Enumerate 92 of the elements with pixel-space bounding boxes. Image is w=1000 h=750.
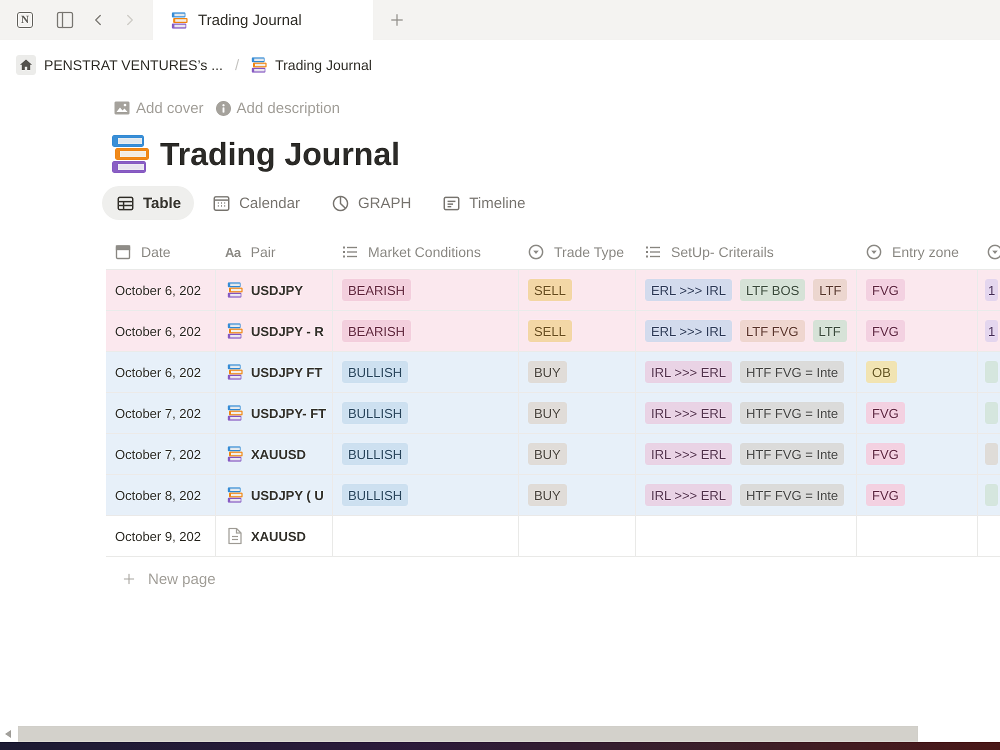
browser-tab[interactable]: Trading Journal [153, 0, 373, 40]
date-cell: October 7, 202 [106, 434, 216, 474]
breadcrumb-link[interactable]: PENSTRAT VENTURES’s ... [16, 55, 223, 75]
column-header[interactable]: Entry zone [857, 235, 978, 269]
page-link[interactable]: USDJPY ( U [251, 488, 324, 502]
option-tag: BULLISH [342, 361, 408, 383]
page-link[interactable]: USDJPY [251, 282, 304, 298]
option-tag: FVG [866, 320, 905, 342]
view-tab[interactable]: Table [102, 186, 194, 220]
option-tag: IRL >>> ERL [645, 443, 732, 465]
view-tab[interactable]: Calendar [198, 186, 313, 220]
option-tag: ERL >>> IRL [645, 279, 732, 301]
option-tag: IRL >>> ERL [645, 402, 732, 424]
calendar-icon [213, 194, 230, 212]
option-tag: LTF BOS [740, 279, 806, 301]
breadcrumb-separator: / [234, 56, 240, 74]
option-tag: BUY [528, 484, 567, 506]
books-icon [251, 57, 268, 73]
option-tag: FVG [866, 443, 905, 465]
date-cell: October 6, 202 [106, 352, 216, 392]
table-icon [117, 194, 134, 212]
option-tag: BUY [528, 443, 567, 465]
column-header[interactable]: Trade Type [519, 235, 636, 269]
books-icon [171, 12, 188, 28]
books-icon [227, 405, 243, 421]
house-icon [16, 55, 36, 75]
page-link[interactable]: USDJPY FT [251, 364, 322, 380]
list-icon [645, 244, 661, 260]
option-tag: ERL >>> IRL [645, 320, 732, 342]
option-tag: BEARISH [342, 320, 412, 342]
option-tag: FVG [866, 279, 905, 301]
option-tag: HTF FVG = Inte [740, 443, 844, 465]
option-tag: HTF FVG = Inte [740, 361, 844, 383]
timeline-icon [443, 194, 460, 212]
option-tag: SELL [528, 320, 572, 342]
books-icon [110, 134, 150, 174]
books-icon [227, 446, 243, 462]
list-icon [342, 244, 358, 260]
date-cell: October 8, 202 [106, 475, 216, 515]
option-tag: BULLISH [342, 402, 408, 424]
sidebar-toggle-icon[interactable] [55, 10, 75, 30]
option-tag: BEARISH [342, 279, 412, 301]
books-icon [227, 487, 243, 503]
page-link[interactable]: USDJPY - R [251, 324, 324, 338]
option-tag: HTF FVG = Inte [740, 484, 844, 506]
column-header[interactable]: Market Conditions [333, 235, 519, 269]
date-cell: October 6, 202 [106, 270, 216, 310]
option-tag: 1 [985, 320, 998, 342]
option-tag: BUY [528, 361, 567, 383]
date-cell: October 7, 202 [106, 393, 216, 433]
view-tab[interactable]: GRAPH [316, 186, 424, 220]
page-title: Trading Journal [160, 136, 400, 172]
dropdown-circle-icon [528, 244, 544, 260]
page-link[interactable]: USDJPY- FT [251, 406, 326, 420]
page-link[interactable]: XAUUSD [251, 446, 306, 462]
document-icon [227, 527, 243, 545]
books-icon [227, 282, 243, 298]
option-tag: LTF [813, 279, 848, 301]
column-header[interactable]: Date [106, 235, 216, 269]
option-tag: 1 [985, 279, 998, 301]
option-tag: BUY [528, 402, 567, 424]
option-tag: BULLISH [342, 443, 408, 465]
page-link[interactable]: XAUUSD [251, 528, 306, 544]
option-tag: LTF [812, 320, 847, 342]
option-tag: FVG [866, 402, 905, 424]
text-type-icon: Aa [225, 244, 241, 260]
books-icon [227, 364, 243, 380]
image-icon [114, 101, 130, 115]
column-header[interactable]: SetUp- Criterails [636, 235, 857, 269]
option-tag: IRL >>> ERL [645, 484, 732, 506]
scrollbar-thumb[interactable] [18, 726, 918, 742]
dropdown-circle-icon [866, 244, 882, 260]
column-header[interactable]: Aa Pair [216, 235, 333, 269]
calendar-icon [115, 244, 131, 260]
breadcrumb-link[interactable]: Trading Journal [251, 57, 372, 73]
option-tag: LTF FVG [740, 320, 805, 342]
option-tag: IRL >>> ERL [645, 361, 732, 383]
new-tab-icon[interactable] [388, 11, 406, 29]
option-tag: SELL [528, 279, 572, 301]
chart-icon [332, 194, 349, 212]
scroll-left-arrow-icon[interactable] [5, 730, 11, 738]
date-cell: October 9, 202 [106, 516, 216, 556]
view-tab[interactable]: Timeline [428, 186, 538, 220]
books-icon [227, 323, 243, 339]
app-logo[interactable]: N [17, 12, 33, 28]
option-tag: BULLISH [342, 484, 408, 506]
option-tag: HTF FVG = Inte [740, 402, 844, 424]
plus-icon [121, 571, 137, 587]
option-tag: FVG [866, 484, 905, 506]
option-tag: OB [866, 361, 897, 383]
info-icon [216, 100, 231, 116]
date-cell: October 6, 202 [106, 311, 216, 351]
